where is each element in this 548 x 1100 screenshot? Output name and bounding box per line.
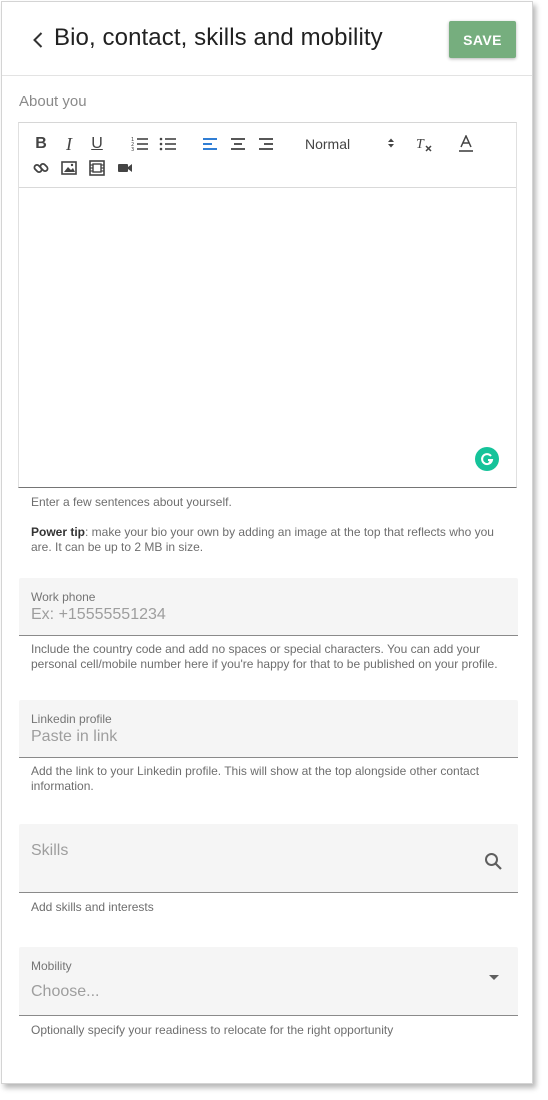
video-camera-icon (118, 164, 132, 172)
grammarly-icon[interactable] (475, 447, 499, 471)
bullet-list-button[interactable] (159, 135, 177, 153)
header: Bio, contact, skills and mobility SAVE (2, 2, 532, 76)
power-tip-text: Power tip: make your bio your own by add… (31, 525, 506, 555)
align-right-button[interactable] (257, 135, 275, 153)
film-icon (89, 160, 105, 176)
work-phone-field[interactable]: Work phone (19, 578, 518, 636)
ordered-list-button[interactable]: 1 2 3 (131, 135, 149, 153)
skills-input[interactable] (31, 842, 451, 860)
link-icon (33, 163, 49, 173)
text-color-button[interactable] (457, 134, 475, 154)
power-tip-label: Power tip (31, 525, 86, 539)
align-right-icon (259, 138, 273, 150)
ordered-list-icon: 1 2 3 (131, 137, 148, 152)
align-center-button[interactable] (229, 135, 247, 153)
dropdown-arrow-icon[interactable] (486, 969, 502, 985)
align-center-icon (231, 138, 245, 150)
linkedin-helper: Add the link to your Linkedin profile. T… (31, 764, 480, 793)
bullet-list-icon (159, 137, 176, 151)
image-button[interactable] (60, 159, 78, 177)
video-button[interactable] (88, 159, 106, 177)
format-select-value: Normal (305, 136, 351, 152)
link-button[interactable] (32, 159, 50, 177)
image-icon (61, 161, 77, 175)
select-arrows-icon (388, 138, 394, 148)
bold-button[interactable]: B (33, 133, 49, 155)
work-phone-label: Work phone (31, 590, 96, 604)
clear-format-icon: T (416, 137, 432, 152)
search-icon[interactable] (482, 850, 504, 872)
work-phone-input[interactable] (31, 606, 471, 624)
bio-content-area[interactable] (19, 189, 516, 488)
italic-button[interactable]: I (61, 133, 77, 155)
linkedin-input[interactable] (31, 728, 471, 746)
back-button[interactable] (28, 28, 48, 52)
save-button[interactable]: SAVE (449, 21, 516, 58)
linkedin-field[interactable]: Linkedin profile (19, 700, 518, 758)
page-title: Bio, contact, skills and mobility (54, 24, 383, 51)
work-phone-helper: Include the country code and add no spac… (31, 642, 498, 671)
bio-helper-text: Enter a few sentences about yourself. (31, 495, 232, 509)
format-select[interactable]: Normal (305, 134, 395, 154)
align-left-button[interactable] (201, 135, 219, 153)
underline-button[interactable]: U (89, 133, 105, 155)
text-color-icon (459, 135, 473, 152)
svg-text:T: T (416, 137, 425, 152)
mobility-helper: Optionally specify your readiness to rel… (31, 1023, 394, 1037)
power-tip-body: : make your bio your own by adding an im… (31, 525, 494, 554)
editor-toolbar: B I U 1 2 3 Normal T (19, 123, 516, 188)
profile-edit-panel: Bio, contact, skills and mobility SAVE A… (1, 1, 533, 1084)
bio-editor: B I U 1 2 3 Normal T (18, 122, 517, 488)
linkedin-label: Linkedin profile (31, 712, 112, 726)
mobility-select[interactable]: Mobility Choose... (19, 947, 518, 1016)
clear-format-button[interactable]: T (415, 134, 433, 154)
mobility-placeholder: Choose... (31, 983, 100, 1000)
mobility-label: Mobility (31, 959, 72, 973)
skills-field[interactable] (19, 824, 518, 893)
skills-helper: Add skills and interests (31, 900, 154, 914)
camera-button[interactable] (116, 159, 134, 177)
align-left-icon (203, 138, 217, 150)
svg-text:3: 3 (131, 147, 134, 152)
chevron-left-icon (33, 32, 43, 48)
about-you-label: About you (19, 93, 87, 110)
